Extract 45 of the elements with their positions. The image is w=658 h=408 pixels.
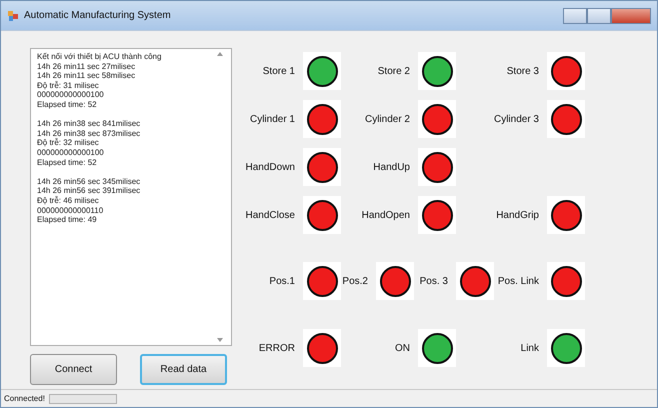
indicator-label: HandDown: [246, 160, 295, 174]
log-line: Elapsed time: 49: [37, 215, 98, 225]
log-line: 14h 26 min38 sec 841milisec: [37, 119, 142, 129]
log-line: 14h 26 min56 sec 391milisec: [37, 186, 142, 196]
log-line: 000000000000100: [37, 148, 105, 158]
indicator-label: ON: [395, 342, 410, 356]
minimize-button[interactable]: [563, 8, 587, 24]
indicator-label: Pos. Link: [498, 274, 539, 288]
indicator-label: Pos. 3: [420, 274, 448, 288]
indicator-label: Cylinder 1: [250, 112, 295, 126]
indicator-label: Pos.1: [269, 274, 295, 288]
action-button[interactable]: Connect: [30, 354, 117, 385]
log-line: 000000000000110: [37, 206, 104, 216]
indicator-label: Pos.2: [342, 274, 368, 288]
log-line: Elapsed time: 52: [37, 158, 98, 168]
indicator-label: HandGrip: [496, 208, 539, 222]
log-line: 14h 26 min38 sec 873milisec: [37, 128, 142, 138]
log-line: Độ trễ: 46 milisec: [37, 196, 100, 206]
scroll-down-icon[interactable]: [217, 338, 223, 342]
log-line: Độ trễ: 31 milisec: [37, 80, 100, 90]
indicator-label: Store 3: [506, 64, 539, 78]
indicator-label: Link: [520, 342, 539, 356]
indicator-label: ERROR: [258, 342, 295, 356]
indicator-label: Cylinder 2: [364, 112, 410, 126]
window-title: Automatic Manufacturing System: [24, 9, 171, 23]
log-line: Độ trễ: 32 milisec: [37, 138, 100, 148]
log-line: 14h 26 min11 sec 27milisec: [37, 62, 136, 72]
log-line: Kết nối với thiết bị ACU thành công: [37, 52, 162, 62]
status-text: Connected!: [4, 392, 45, 404]
action-button[interactable]: Read data: [140, 354, 227, 385]
log-line: 14h 26 min11 sec 58milisec: [37, 71, 136, 81]
indicator-label: HandUp: [373, 160, 410, 174]
scroll-up-icon[interactable]: [217, 52, 223, 56]
log-line: 000000000000100: [37, 90, 105, 100]
app-icon: [7, 10, 19, 22]
indicator-label: Store 1: [262, 64, 295, 78]
close-button[interactable]: [611, 8, 651, 24]
indicator-label: HandOpen: [362, 208, 410, 222]
indicator-label: Cylinder 3: [494, 112, 539, 126]
log-textbox[interactable]: [30, 48, 232, 346]
indicator-label: Store 2: [378, 64, 410, 78]
log-line: 14h 26 min56 sec 345milisec: [37, 176, 142, 186]
maximize-button[interactable]: [587, 8, 611, 24]
indicator-label: HandClose: [246, 208, 295, 222]
log-line: Elapsed time: 52: [37, 100, 98, 110]
